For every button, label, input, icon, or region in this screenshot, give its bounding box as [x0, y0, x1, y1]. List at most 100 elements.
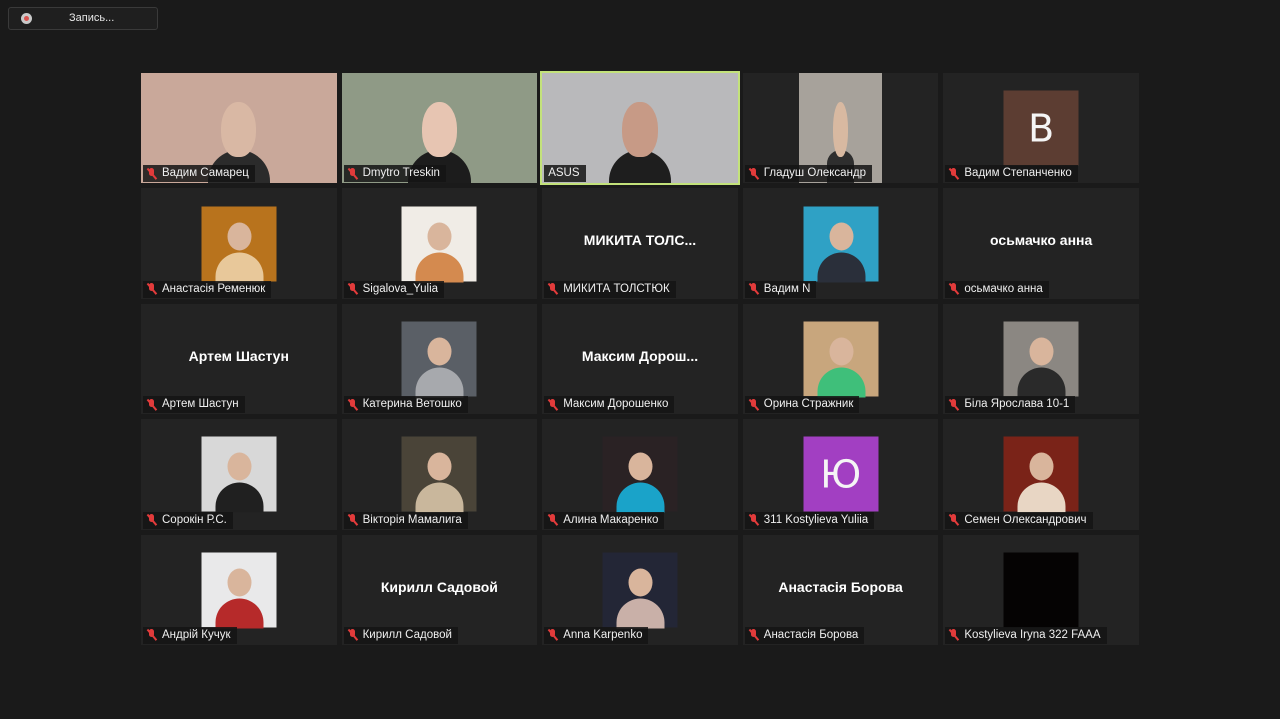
participant-name-tag: Орина Стражник: [744, 396, 860, 414]
participant-name: осьмачко анна: [964, 282, 1043, 295]
participant-tile[interactable]: Вадим Самарец: [141, 73, 337, 184]
participant-name: Вадим Степанченко: [964, 167, 1072, 180]
participant-display-name: Артем Шастун: [188, 347, 289, 364]
avatar-photo: [201, 552, 277, 629]
participant-tile[interactable]: Анастасія Борова Анастасія Борова: [742, 534, 939, 645]
participant-name: Сорокін Р.С.: [162, 513, 227, 526]
participant-tile[interactable]: МИКИТА ТОЛС... МИКИТА ТОЛСТЮК: [542, 188, 738, 299]
muted-mic-icon: [147, 398, 156, 411]
participant-name-tag: Dmytro Treskin: [343, 165, 446, 183]
participant-name: ASUS: [548, 167, 580, 180]
participant-name-tag: Алина Макаренко: [544, 511, 665, 529]
participant-name-tag: Anna Karpenko: [544, 626, 649, 644]
avatar-photo: [803, 321, 879, 398]
participant-name-tag: осьмачко анна: [945, 280, 1049, 298]
participant-name: Семен Олександрович: [964, 513, 1087, 526]
participant-name-tag: Гладуш Олександр: [744, 165, 873, 183]
participant-name: Анастасія Борова: [763, 628, 859, 641]
participant-tile[interactable]: ASUS: [540, 70, 740, 186]
participant-tile[interactable]: Максим Дорош... Максим Дорошенко: [542, 303, 738, 415]
participant-name: Kostylieva Iryna 322 FAAA: [964, 628, 1101, 641]
participant-tile[interactable]: В Вадим Степанченко: [943, 73, 1139, 184]
participant-name-tag: Kostylieva Iryna 322 FAAA: [945, 626, 1107, 644]
avatar-photo: [401, 206, 477, 283]
participant-name-tag: Сорокін Р.С.: [143, 511, 233, 529]
muted-mic-icon: [949, 629, 958, 641]
participant-tile[interactable]: Ю 311 Kostylieva Yuliia: [742, 419, 939, 530]
participant-name: Вадим N: [763, 282, 811, 295]
participant-name-tag: Вадим N: [744, 280, 817, 298]
participant-name: 311 Kostylieva Yuliia: [763, 513, 869, 526]
participant-tile[interactable]: Sigalova_Yulia: [341, 188, 538, 299]
participant-name-tag: Анастасія Ременюк: [143, 280, 272, 298]
participant-name-tag: 311 Kostylieva Yuliia: [744, 511, 875, 529]
participant-name: Кирилл Садовой: [362, 628, 452, 641]
muted-mic-icon: [749, 283, 758, 295]
muted-mic-icon: [548, 398, 557, 411]
participant-tile[interactable]: Анастасія Ременюк: [141, 188, 337, 299]
participant-tile[interactable]: Кирилл Садовой Кирилл Садовой: [341, 534, 538, 645]
avatar-photo: [401, 436, 477, 513]
participant-tile[interactable]: Anna Karpenko: [542, 534, 738, 645]
participant-display-name: Кирилл Садовой: [380, 578, 498, 595]
participant-name: МИКИТА ТОЛСТЮК: [563, 282, 670, 295]
participant-name: Anna Karpenko: [563, 628, 643, 641]
participant-name-tag: Вадим Самарец: [143, 165, 255, 183]
participant-display-name: Максим Дорош...: [581, 347, 699, 364]
participant-display-name: МИКИТА ТОЛС...: [583, 232, 697, 249]
participant-tile[interactable]: Артем Шастун Артем Шастун: [141, 303, 337, 415]
participant-name: Орина Стражник: [763, 398, 854, 411]
participant-name-tag: Sigalova_Yulia: [343, 280, 445, 298]
muted-mic-icon: [147, 629, 156, 641]
participant-name: Dmytro Treskin: [362, 167, 440, 180]
avatar-photo: [1003, 436, 1079, 513]
avatar-photo: [602, 552, 678, 629]
participant-tile[interactable]: Вадим N: [742, 188, 939, 299]
muted-mic-icon: [548, 514, 557, 526]
participant-tile[interactable]: Семен Олександрович: [943, 419, 1139, 530]
participant-tile[interactable]: Алина Макаренко: [542, 419, 738, 530]
recording-indicator[interactable]: Запись...: [8, 7, 158, 30]
participant-name: Біла Ярослава 10-1: [964, 398, 1070, 411]
participant-tile[interactable]: Катерина Ветошко: [341, 303, 538, 415]
participant-name: Артем Шастун: [162, 398, 239, 411]
avatar-photo: [803, 206, 879, 283]
participant-name-tag: Біла Ярослава 10-1: [945, 396, 1076, 414]
participant-name-tag: Анастасія Борова: [744, 626, 865, 644]
participant-tile[interactable]: Dmytro Treskin: [341, 73, 538, 184]
participant-tile[interactable]: Вікторія Мамалига: [341, 419, 538, 530]
muted-mic-icon: [749, 629, 758, 641]
muted-mic-icon: [147, 283, 156, 295]
muted-mic-icon: [949, 398, 958, 411]
muted-mic-icon: [348, 398, 357, 411]
participant-name-tag: Катерина Ветошко: [343, 396, 468, 414]
participant-tile[interactable]: Гладуш Олександр: [742, 73, 939, 184]
avatar-photo: [602, 436, 678, 513]
participant-name-tag: МИКИТА ТОЛСТЮК: [544, 280, 676, 298]
participant-name: Sigalova_Yulia: [362, 282, 439, 295]
participant-name: Вадим Самарец: [162, 167, 249, 180]
muted-mic-icon: [348, 514, 357, 526]
participant-name: Анастасія Ременюк: [162, 282, 266, 295]
participant-tile[interactable]: Сорокін Р.С.: [141, 419, 337, 530]
avatar-photo: [1003, 321, 1079, 398]
muted-mic-icon: [749, 167, 758, 180]
participant-tile[interactable]: Орина Стражник: [742, 303, 939, 415]
recording-label: Запись...: [69, 12, 115, 24]
participant-name-tag: Кирилл Садовой: [343, 626, 458, 644]
participant-tile[interactable]: Біла Ярослава 10-1: [943, 303, 1139, 415]
participant-tile[interactable]: осьмачко анна осьмачко анна: [943, 188, 1139, 299]
avatar-letter: В: [1028, 106, 1055, 151]
muted-mic-icon: [147, 514, 156, 526]
muted-mic-icon: [348, 283, 357, 295]
participant-tile[interactable]: Андрій Кучук: [141, 534, 337, 645]
participant-name-tag: Артем Шастун: [143, 396, 245, 414]
participant-name-tag: Вікторія Мамалига: [343, 511, 468, 529]
muted-mic-icon: [749, 398, 758, 411]
participant-display-name: осьмачко анна: [990, 232, 1093, 249]
participant-name-tag: Максим Дорошенко: [544, 396, 675, 414]
participant-tile[interactable]: Kostylieva Iryna 322 FAAA: [943, 534, 1139, 645]
avatar: Ю: [803, 436, 879, 512]
participant-name-tag: Семен Олександрович: [945, 511, 1093, 529]
participant-name: Вікторія Мамалига: [362, 513, 462, 526]
